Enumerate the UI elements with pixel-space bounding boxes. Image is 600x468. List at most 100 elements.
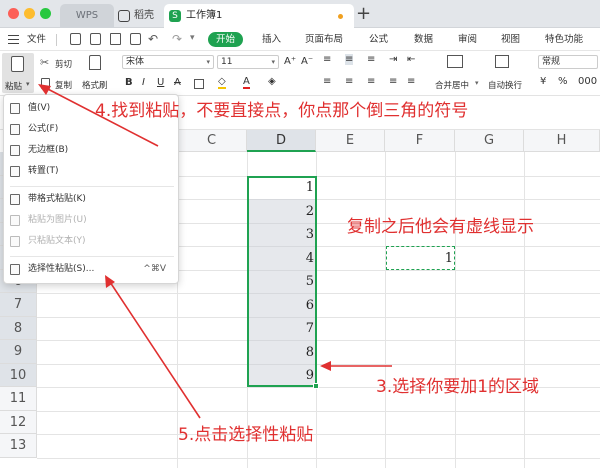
scissors-icon[interactable]: ✂ [40, 56, 49, 69]
paste-with-format-icon [10, 194, 20, 205]
thousands-icon[interactable]: 000 [578, 76, 597, 87]
column-header-h[interactable]: H [524, 130, 600, 152]
paste-transpose-item[interactable]: 转置(T) [4, 161, 178, 182]
merge-center-icon[interactable] [447, 55, 463, 68]
menu-start[interactable]: 开始 [208, 32, 244, 47]
currency-icon[interactable]: ¥ [540, 76, 546, 87]
row-header[interactable]: 8 [0, 316, 37, 340]
justify-icon[interactable]: ≡ [407, 76, 415, 87]
paste-no-border-item[interactable]: 无边框(B) [4, 140, 178, 161]
cell-d1[interactable]: 1 [248, 180, 314, 195]
annotation-step4: 4.找到粘贴，不要直接点，你点那个倒三角的符号 [95, 101, 469, 121]
tab-workbook[interactable]: S 工作簿1 [164, 4, 354, 28]
fill-handle[interactable] [313, 383, 319, 389]
close-window-button[interactable] [8, 8, 19, 19]
number-format-select[interactable]: 常规 [538, 55, 598, 69]
font-size-select[interactable]: 11 ▾ [217, 55, 279, 69]
save-icon[interactable] [70, 33, 81, 45]
indent-icon[interactable]: ⇥ [389, 54, 397, 65]
paste-button[interactable]: 粘贴 ▾ [2, 53, 34, 93]
align-center-icon[interactable]: ≡ [345, 76, 353, 87]
maximize-window-button[interactable] [40, 8, 51, 19]
strikethrough-icon[interactable]: A [174, 77, 181, 88]
format-painter-button[interactable]: 格式刷 [82, 79, 108, 91]
print-preview-icon[interactable] [130, 33, 141, 45]
wrap-text-icon[interactable] [495, 55, 509, 68]
menu-page-layout[interactable]: 页面布局 [305, 28, 343, 51]
more-chevron-icon[interactable]: ▾ [190, 33, 195, 43]
row-header[interactable]: 7 [0, 293, 37, 317]
cell-d6[interactable]: 6 [248, 298, 314, 313]
paste-formula-item[interactable]: 公式(F) [4, 119, 178, 140]
clipboard-icon [11, 56, 24, 72]
cut-button[interactable]: 剪切 [55, 58, 72, 70]
cell-f4[interactable]: 1 [386, 251, 453, 266]
row-header[interactable]: 9 [0, 340, 37, 364]
font-name-value: 宋体 [126, 57, 145, 67]
paste-special-item[interactable]: 选择性粘贴(S)... ^⌘V [4, 259, 178, 280]
unsaved-dot-icon [338, 14, 343, 19]
column-header-c[interactable]: C [177, 130, 247, 152]
merge-center-button[interactable]: 合并居中 [435, 79, 469, 91]
undo-icon[interactable]: ↶ [148, 32, 158, 46]
column-header-g[interactable]: G [455, 130, 524, 152]
menu-data[interactable]: 数据 [414, 28, 433, 51]
new-tab-button[interactable]: + [356, 3, 371, 25]
cell-d5[interactable]: 5 [248, 274, 314, 289]
cell-d8[interactable]: 8 [248, 345, 314, 360]
font-color-icon[interactable]: A [243, 76, 250, 89]
row-header[interactable]: 12 [0, 410, 37, 434]
cell-d3[interactable]: 3 [248, 227, 314, 242]
menu-file[interactable]: 文件 [27, 28, 46, 51]
cell-d7[interactable]: 7 [248, 321, 314, 336]
align-right-icon[interactable]: ≡ [367, 76, 375, 87]
align-bottom-icon[interactable]: ≡ [367, 54, 375, 65]
row-header[interactable]: 13 [0, 434, 37, 458]
menu-insert[interactable]: 插入 [262, 28, 281, 51]
clear-format-icon[interactable]: ◈ [268, 76, 276, 87]
cell-d2[interactable]: 2 [248, 204, 314, 219]
menu-features[interactable]: 特色功能 [545, 28, 583, 51]
hamburger-icon[interactable] [8, 35, 19, 44]
align-left-icon[interactable]: ≡ [323, 76, 331, 87]
align-middle-icon[interactable]: ≡ [345, 54, 354, 65]
bold-icon[interactable]: B [125, 77, 133, 88]
font-name-select[interactable]: 宋体 ▾ [122, 55, 214, 69]
format-painter-icon[interactable] [89, 55, 101, 70]
column-header-f[interactable]: F [385, 130, 455, 152]
cell-d4[interactable]: 4 [248, 251, 314, 266]
copy-button[interactable]: 复制 [55, 79, 72, 91]
export-pdf-icon[interactable] [90, 33, 101, 45]
row-header[interactable]: 10 [0, 363, 37, 387]
wrap-text-button[interactable]: 自动换行 [488, 79, 522, 91]
tab-daoke[interactable]: 稻壳 [114, 4, 164, 28]
column-header-d[interactable]: D [247, 130, 316, 152]
cell-d9[interactable]: 9 [248, 368, 314, 383]
increase-font-icon[interactable]: A⁺ [284, 56, 296, 67]
menu-view[interactable]: 视图 [501, 28, 520, 51]
italic-icon[interactable]: I [142, 77, 145, 88]
grid-line [37, 363, 600, 365]
align-top-icon[interactable]: ≡ [323, 54, 331, 65]
outdent-icon[interactable]: ⇤ [407, 54, 415, 65]
copy-icon[interactable] [41, 78, 50, 89]
minimize-window-button[interactable] [24, 8, 35, 19]
distribute-icon[interactable]: ≡ [389, 76, 397, 87]
chevron-down-icon: ▾ [206, 58, 210, 66]
decrease-font-icon[interactable]: A⁻ [301, 56, 313, 67]
row-header[interactable]: 11 [0, 387, 37, 411]
menu-review[interactable]: 审阅 [458, 28, 477, 51]
paste-dropdown-arrow-icon[interactable]: ▾ [26, 80, 30, 88]
underline-icon[interactable]: U [157, 77, 164, 88]
title-bar: WPS 稻壳 S 工作簿1 + [0, 0, 600, 28]
tab-wps[interactable]: WPS [60, 4, 114, 28]
percent-icon[interactable]: % [558, 76, 568, 87]
paste-with-format-item[interactable]: 带格式粘贴(K) [4, 189, 178, 210]
menu-formula[interactable]: 公式 [369, 28, 388, 51]
print-icon[interactable] [110, 33, 121, 45]
fill-color-icon[interactable]: ◇ [218, 76, 226, 89]
redo-icon[interactable]: ↷ [172, 32, 182, 46]
menu-bar: 文件 ↶ ↷ ▾ 开始 插入 页面布局 公式 数据 审阅 视图 特色功能 [0, 28, 600, 51]
border-icon[interactable] [194, 79, 204, 89]
column-header-e[interactable]: E [316, 130, 385, 152]
